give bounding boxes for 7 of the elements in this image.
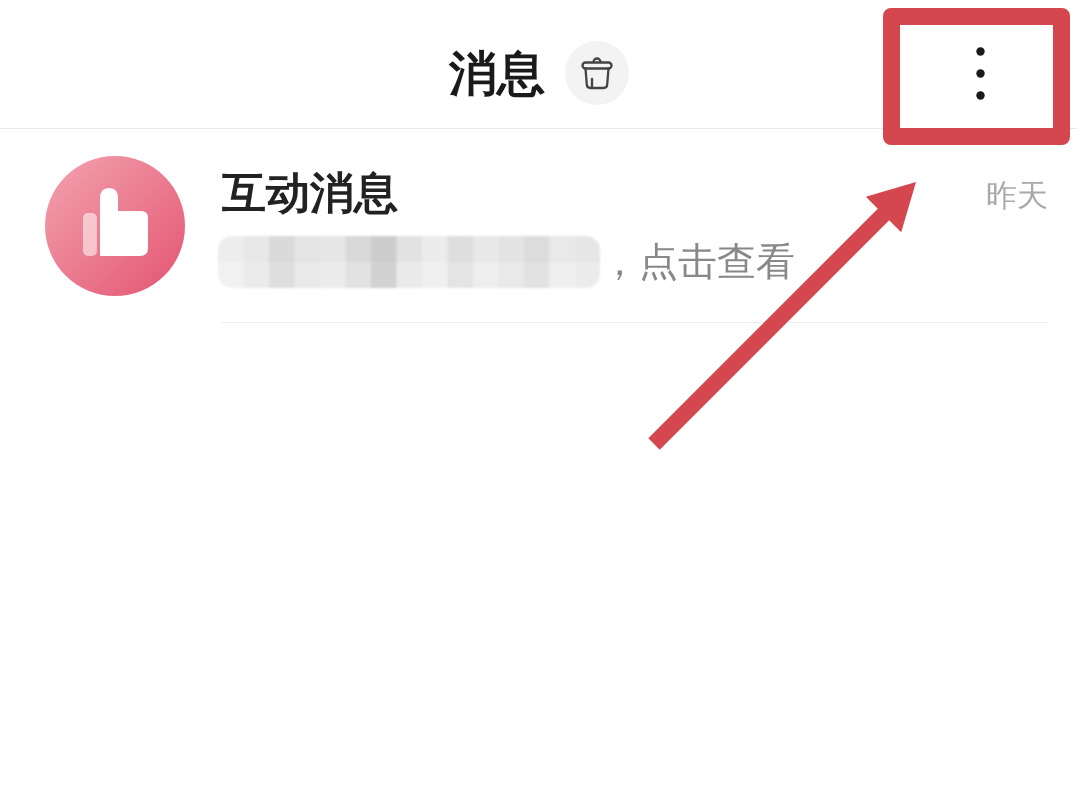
message-preview: ，点击查看 [600, 238, 795, 286]
message-time: 昨天 [986, 176, 1048, 215]
message-title: 互动消息 [222, 167, 398, 219]
thumbs-up-icon [45, 156, 185, 296]
more-vertical-icon [975, 46, 985, 100]
page-title: 消息 [448, 46, 545, 100]
pot-icon[interactable] [564, 41, 629, 105]
